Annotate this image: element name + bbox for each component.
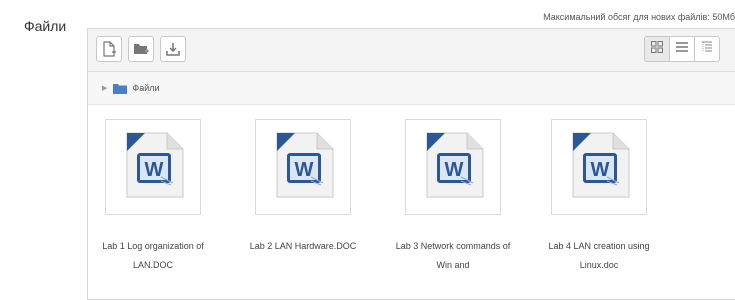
svg-text:W: W — [145, 159, 164, 181]
file-thumbnail[interactable]: W — [255, 119, 351, 215]
list-view-button[interactable] — [669, 36, 695, 62]
file-thumbnail[interactable]: W — [105, 119, 201, 215]
file-item[interactable]: W Lab 3 Network commands of Win and — [388, 119, 518, 275]
file-name[interactable]: Lab 2 LAN Hardware.DOC — [238, 237, 368, 275]
word-doc-icon: W — [567, 131, 631, 204]
tree-view-button[interactable] — [694, 36, 720, 62]
folder-icon — [113, 83, 128, 94]
word-doc-icon: W — [271, 131, 335, 204]
file-thumbnail[interactable]: W — [551, 119, 647, 215]
breadcrumb: ▶ Файли — [88, 72, 735, 105]
breadcrumb-root-link[interactable]: Файли — [132, 83, 159, 93]
file-item[interactable]: W Lab 2 LAN Hardware.DOC — [238, 119, 368, 275]
add-file-button[interactable] — [96, 36, 122, 62]
breadcrumb-arrow-icon: ▶ — [102, 85, 108, 92]
file-manager-toolbar — [88, 29, 735, 72]
view-switcher — [644, 36, 720, 62]
file-item[interactable]: W Lab 1 Log organization of LAN.DOC — [88, 119, 218, 275]
file-thumbnail[interactable]: W — [405, 119, 501, 215]
create-folder-button[interactable] — [128, 36, 154, 62]
file-item[interactable]: W Lab 4 LAN creation using Linux.doc — [534, 119, 664, 275]
add-file-icon — [102, 41, 116, 57]
file-grid: W Lab 1 Log organization of LAN.DOC W La… — [88, 105, 735, 295]
tree-icon — [701, 40, 713, 58]
file-name[interactable]: Lab 1 Log organization of LAN.DOC — [88, 237, 218, 275]
svg-text:W: W — [295, 159, 314, 181]
download-icon — [166, 42, 180, 56]
max-size-note: Максимальний обсяг для нових файлів: 50М… — [543, 12, 735, 22]
list-icon — [676, 40, 688, 58]
svg-text:W: W — [591, 159, 610, 181]
grid-icon — [651, 40, 663, 58]
icons-view-button[interactable] — [644, 36, 670, 62]
files-section-label: Файли — [24, 18, 67, 34]
word-doc-icon: W — [421, 131, 485, 204]
file-manager: ▶ Файли W Lab 1 Log organization of LAN.… — [87, 28, 735, 300]
download-button[interactable] — [160, 36, 186, 62]
folder-plus-icon — [133, 42, 149, 56]
word-doc-icon: W — [121, 131, 185, 204]
file-name[interactable]: Lab 4 LAN creation using Linux.doc — [534, 237, 664, 275]
svg-text:W: W — [445, 159, 464, 181]
file-name[interactable]: Lab 3 Network commands of Win and — [388, 237, 518, 275]
